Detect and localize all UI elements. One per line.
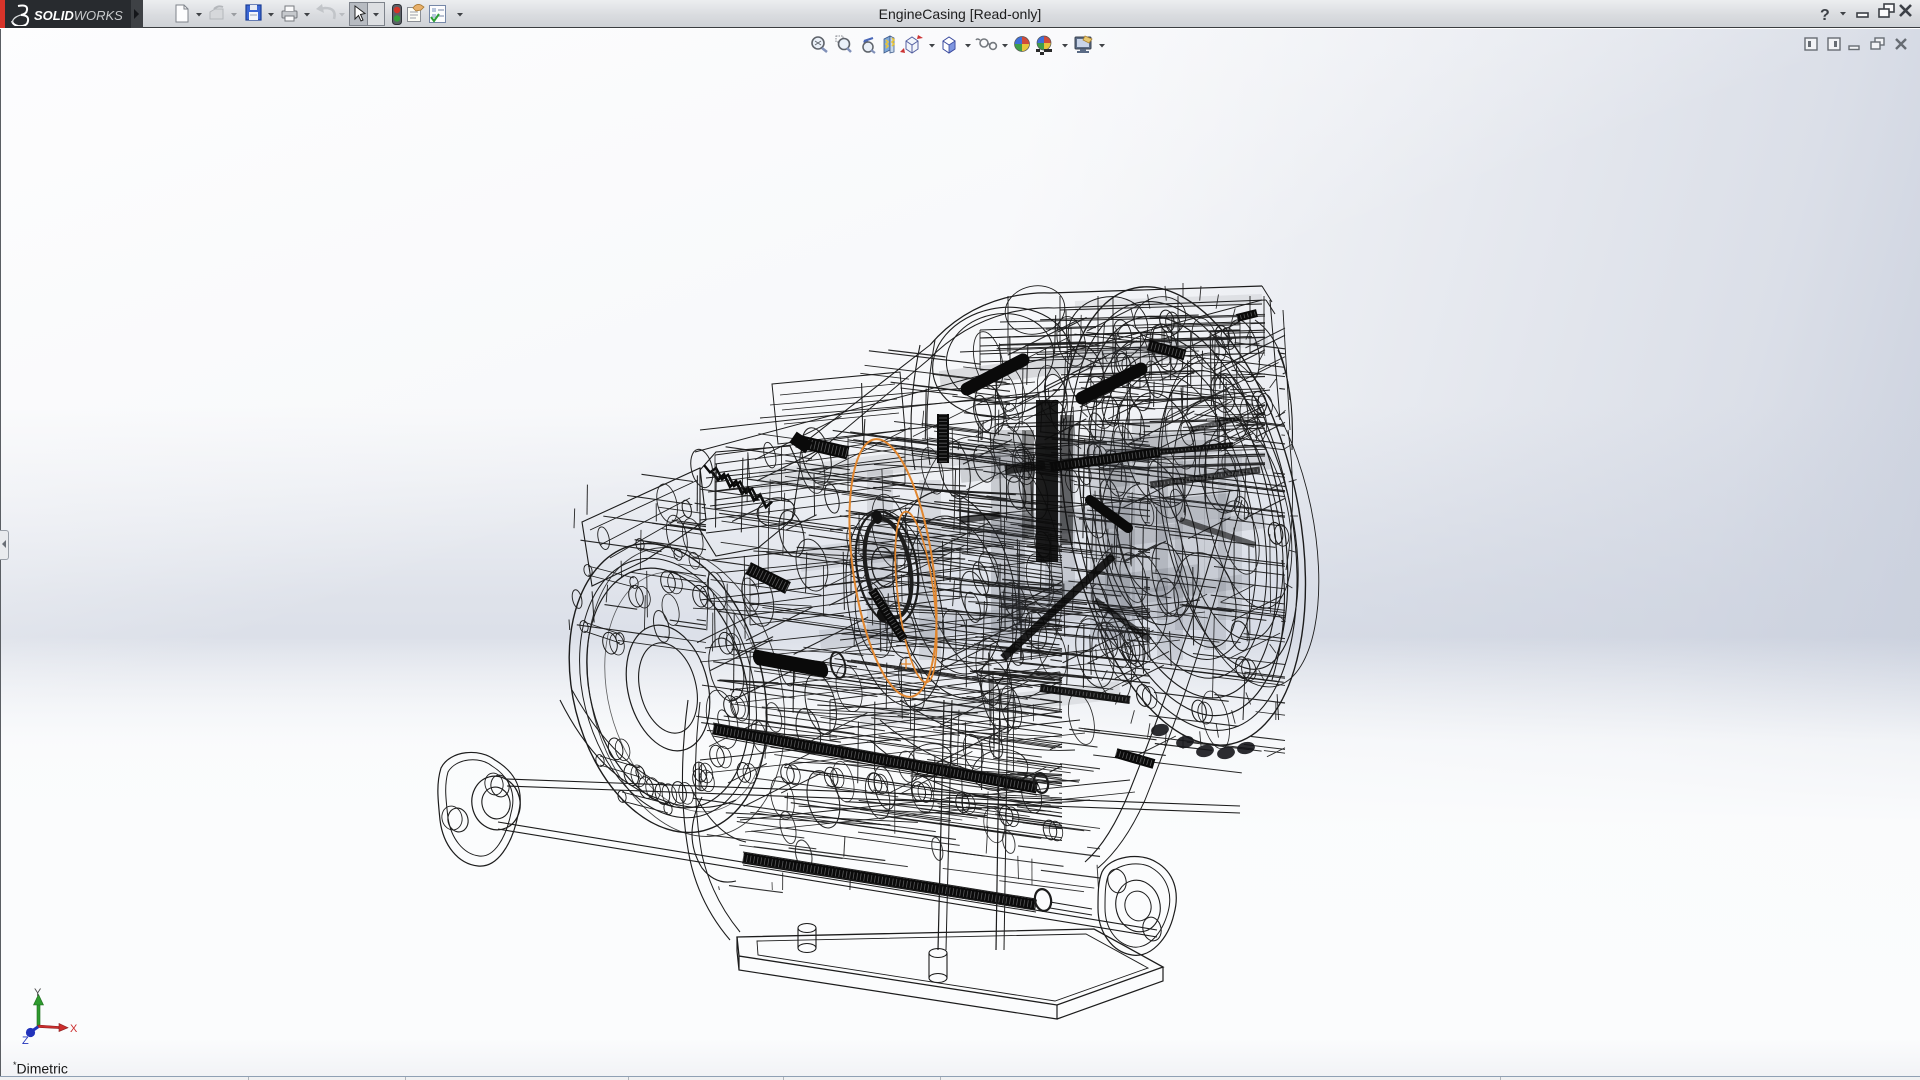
svg-text:?: ?	[1820, 7, 1830, 24]
svg-text:X: X	[70, 1023, 78, 1035]
svg-text:Y: Y	[34, 987, 42, 999]
svg-text:Z: Z	[22, 1035, 29, 1047]
